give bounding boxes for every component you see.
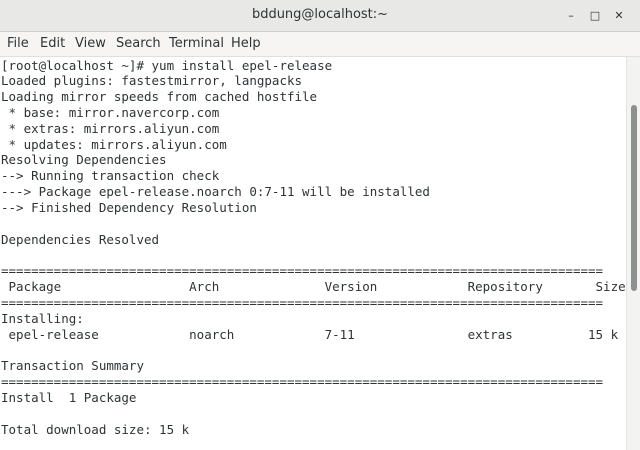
maximize-button[interactable]: □ (585, 6, 605, 26)
menu-edit[interactable]: Edit (40, 36, 65, 51)
terminal-line: epel-release noarch 7-11 extras 15 k (1, 326, 619, 342)
terminal-line: Loading mirror speeds from cached hostfi… (1, 89, 318, 105)
terminal-line: ========================================… (1, 374, 604, 390)
menu-file[interactable]: File (7, 36, 29, 51)
terminal-line: ========================================… (1, 294, 604, 310)
terminal-line: Install 1 Package (1, 389, 137, 405)
scrollbar-thumb[interactable] (631, 105, 637, 291)
menu-view[interactable]: View (75, 36, 106, 51)
window-title: bddung@localhost:~ (251, 7, 389, 22)
terminal-line: Package Arch Version Repository Size (1, 279, 626, 295)
terminal-output[interactable]: [root@localhost ~]# yum install epel-rel… (0, 57, 626, 450)
terminal-line: Dependencies Resolved (1, 231, 160, 247)
menu-terminal[interactable]: Terminal (169, 36, 224, 51)
terminal-line: * base: mirror.navercorp.com (1, 104, 220, 120)
terminal-window: bddung@localhost:~ – □ ✕ File Edit View … (0, 0, 640, 450)
title-bar[interactable]: bddung@localhost:~ – □ ✕ (0, 0, 640, 32)
terminal-line: ---> Package epel-release.noarch 0:7-11 … (1, 184, 430, 200)
vertical-scrollbar[interactable] (626, 57, 640, 450)
terminal-line: * updates: mirrors.aliyun.com (1, 136, 227, 152)
terminal-line: Installing: (1, 310, 84, 326)
terminal-line: [root@localhost ~]# yum install epel-rel… (1, 57, 333, 73)
minimize-button[interactable]: – (561, 6, 581, 26)
menu-search[interactable]: Search (116, 36, 161, 51)
terminal-line: Resolving Dependencies (1, 152, 167, 168)
terminal-line: Total download size: 15 k (1, 421, 190, 437)
close-button[interactable]: ✕ (609, 6, 629, 26)
menu-bar: File Edit View Search Terminal Help (0, 32, 640, 57)
terminal-line: Loaded plugins: fastestmirror, langpacks (1, 73, 303, 89)
terminal-line: --> Running transaction check (1, 168, 220, 184)
terminal-line: --> Finished Dependency Resolution (1, 199, 257, 215)
terminal-line: * extras: mirrors.aliyun.com (1, 120, 220, 136)
terminal-line: Transaction Summary (1, 358, 144, 374)
terminal-line: ========================================… (1, 263, 604, 279)
menu-help[interactable]: Help (231, 36, 261, 51)
